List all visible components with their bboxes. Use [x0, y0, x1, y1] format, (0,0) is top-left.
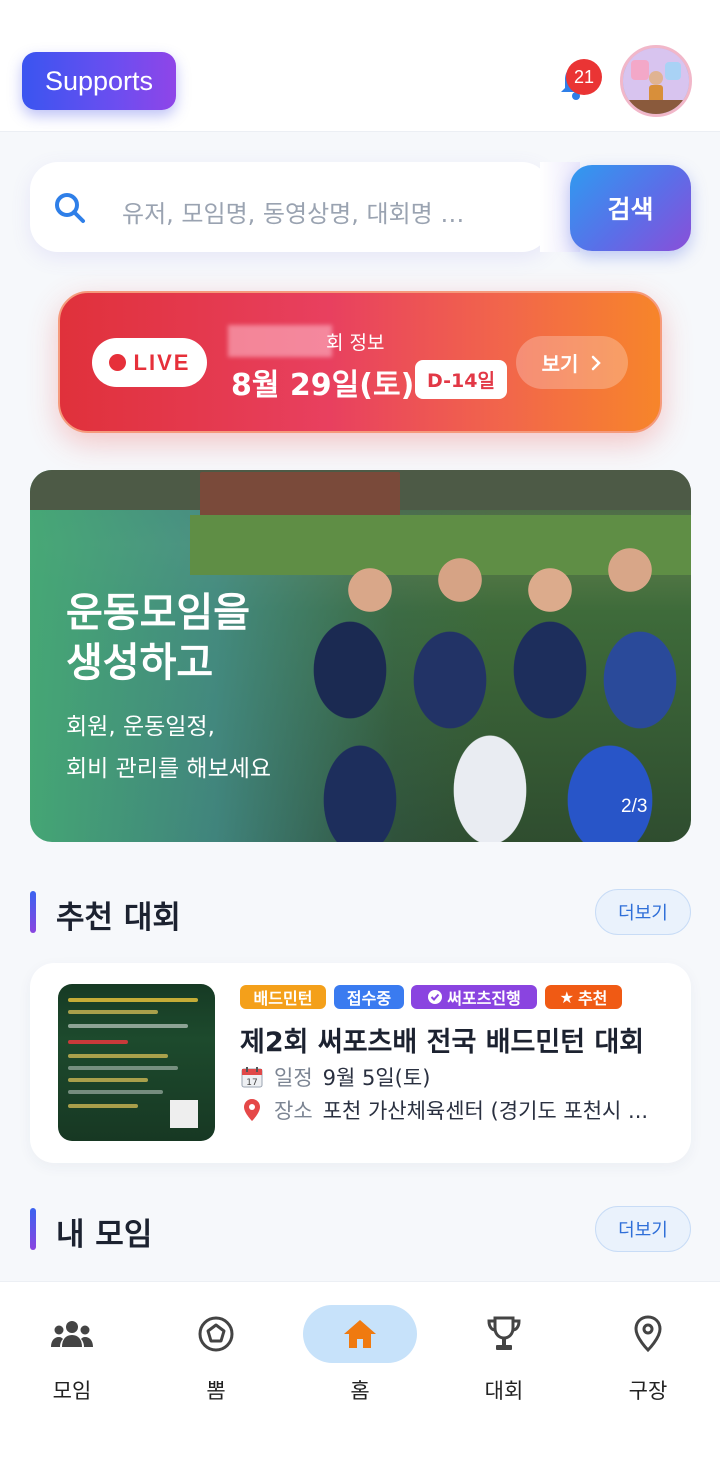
svg-text:17: 17: [246, 1078, 257, 1088]
banner-building: [200, 472, 400, 517]
live-badge: LIVE: [92, 338, 207, 387]
supports-logo-button[interactable]: Supports: [22, 52, 176, 110]
nav-label: 홈: [350, 1379, 370, 1403]
trophy-icon: [487, 1316, 521, 1350]
tag-recommended: ★ 추천: [545, 985, 622, 1009]
banner-description: 회원, 운동일정, 회비 관리를 해보세요: [66, 714, 272, 782]
recommended-more-button[interactable]: 더보기: [595, 889, 691, 935]
soccer-ball-icon: [198, 1316, 234, 1352]
section-accent-bar: [30, 1208, 36, 1250]
user-avatar[interactable]: [620, 45, 692, 117]
recommended-section-title: 추천 대회: [56, 900, 181, 936]
chevron-right-icon: [592, 355, 602, 370]
nav-label: 뽐: [206, 1379, 226, 1403]
redacted-text: [228, 325, 332, 357]
nav-item-ppom[interactable]: 뽐: [159, 1305, 273, 1415]
tournament-poster: [58, 984, 215, 1141]
nav-label: 모임: [52, 1379, 92, 1403]
tournament-title: 제2회 써포츠배 전국 배드민턴 대회: [240, 1027, 645, 1058]
verified-check-icon: [428, 990, 443, 1004]
tag-status: 접수중: [334, 985, 404, 1009]
nav-item-home[interactable]: 홈: [303, 1305, 417, 1415]
nav-label: 대회: [484, 1379, 524, 1403]
search-button[interactable]: 검색: [570, 165, 691, 251]
star-icon: ★: [559, 987, 574, 1007]
section-accent-bar: [30, 891, 36, 933]
live-card-subtitle: 회 정보: [326, 332, 385, 354]
group-icon: [51, 1321, 93, 1347]
nav-item-groups[interactable]: 모임: [15, 1305, 129, 1415]
nav-item-stadiums[interactable]: 구장: [591, 1305, 705, 1415]
tournament-schedule: 17 일정 9월 5일(토): [240, 1062, 670, 1092]
nav-label: 구장: [628, 1379, 668, 1403]
nav-item-tournaments[interactable]: 대회: [447, 1305, 561, 1415]
location-pin-icon: [634, 1315, 662, 1353]
banner-title: 운동모임을 생성하고: [66, 590, 250, 686]
avatar-photo: [623, 48, 689, 114]
qr-code-icon: [170, 1100, 198, 1128]
calendar-icon: 17: [241, 1067, 263, 1088]
search-icon: [55, 193, 85, 223]
tag-supports-run: 써포츠진행: [411, 985, 537, 1009]
my-groups-section-title: 내 모임: [56, 1217, 153, 1253]
logo-label: Supports: [44, 65, 154, 96]
search-input[interactable]: 유저, 모임명, 동영상명, 대회명 …: [122, 194, 522, 228]
dday-badge: D-14일: [415, 360, 507, 399]
banner-page-indicator: 2/3: [621, 796, 648, 817]
location-pin-icon: [244, 1099, 260, 1121]
notification-count-badge: 21: [566, 59, 602, 95]
tag-sport: 배드민턴: [240, 985, 326, 1009]
live-dot-icon: [108, 354, 126, 371]
view-button[interactable]: 보기: [516, 336, 628, 389]
live-card-date: 8월 29일(토): [231, 368, 415, 403]
my-groups-more-button[interactable]: 더보기: [595, 1206, 691, 1252]
home-icon: [344, 1320, 376, 1348]
tournament-venue: 장소 포천 가산체육센터 (경기도 포천시 ...: [240, 1095, 670, 1125]
